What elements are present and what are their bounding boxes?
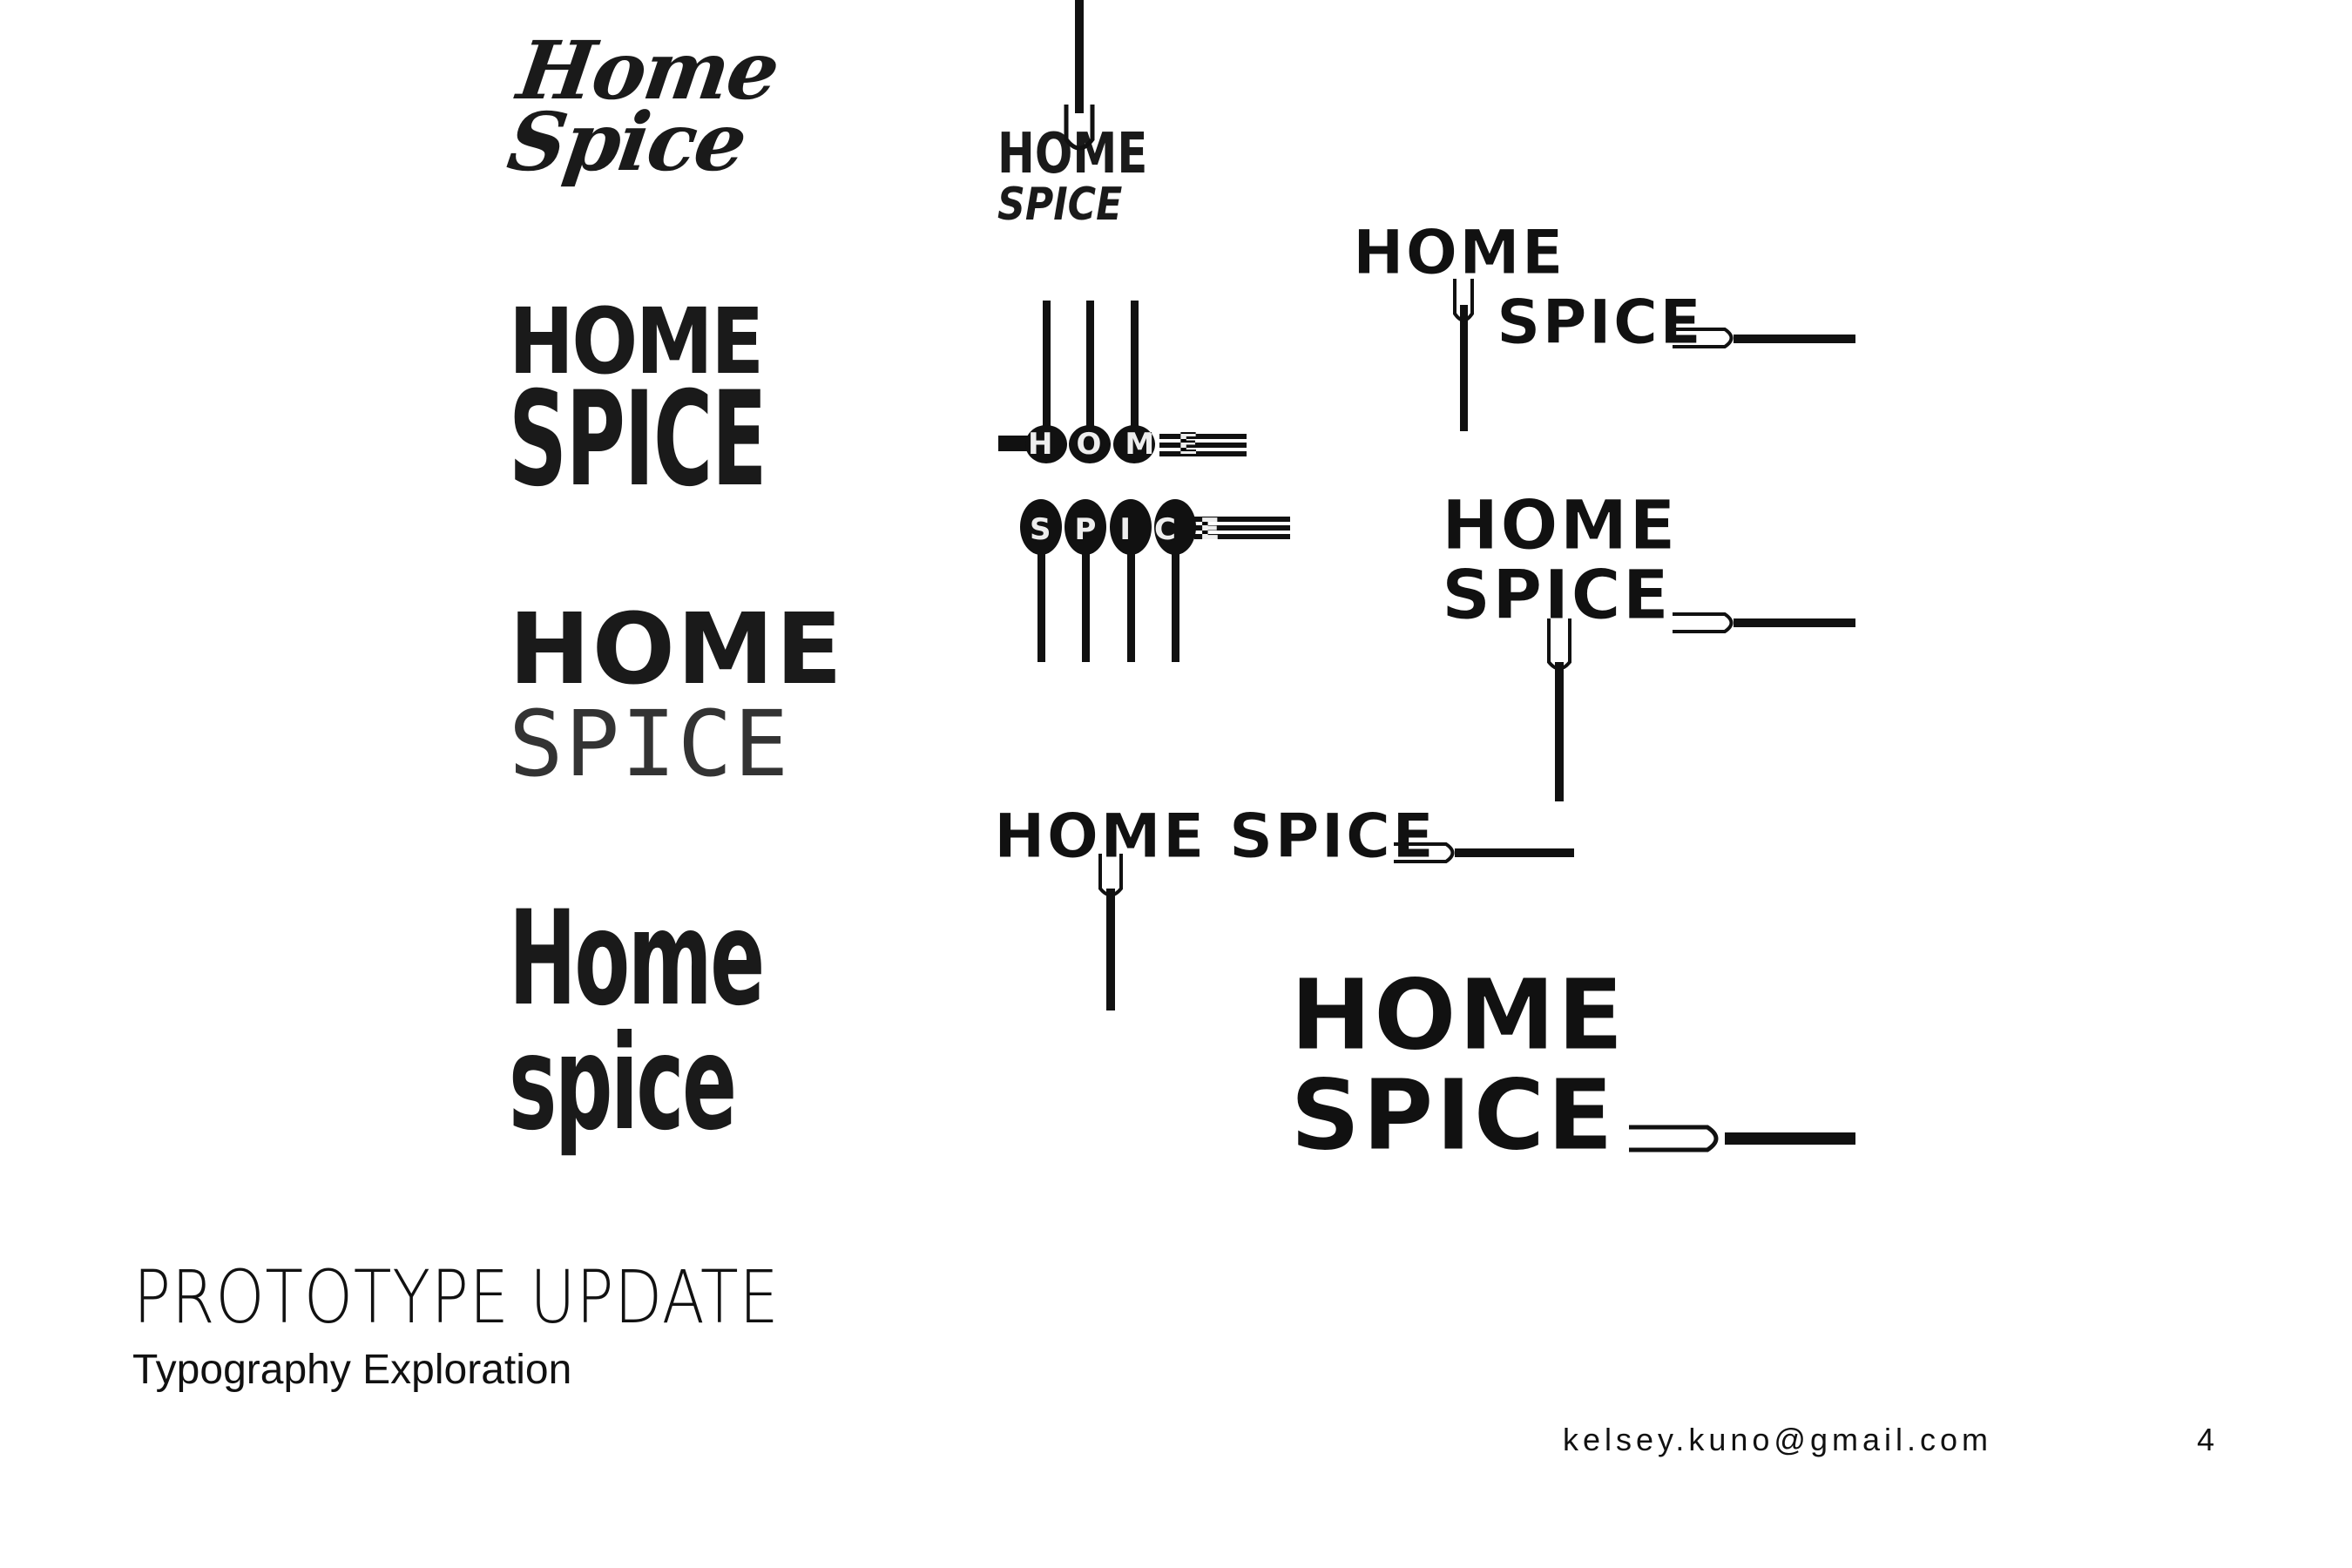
page-number: 4 [2197, 1422, 2215, 1457]
logo-text: SPICE [1030, 512, 1244, 547]
logo-text: Home [509, 883, 765, 1035]
fork-icon [1547, 612, 1855, 801]
logo-text: HOME [1442, 487, 1678, 565]
logo-text: spice [509, 1007, 737, 1159]
contact-email: kelsey.kuno@gmail.com [1563, 1422, 1993, 1457]
logo-text: SPICE [1289, 1059, 1616, 1173]
logo-text: SPICE [997, 179, 1123, 231]
logo-text: SPICE [509, 691, 791, 797]
logo-text: HOME [509, 593, 844, 706]
logo-condensed: Home spice [509, 883, 919, 1159]
fork-icon [1064, 0, 1095, 151]
slide-title: PROTOTYPE UPDATE [133, 1254, 780, 1340]
logo-text: HOME [1290, 959, 1625, 1072]
logo-dotted: HOME SPICE [509, 601, 844, 789]
spoons-icon [998, 301, 1290, 662]
slide-subtitle: Typography Exploration [132, 1347, 572, 1393]
fork-icon [1453, 279, 1855, 431]
fork-icon [1629, 1125, 1855, 1152]
logo-bold-block: HOME SPICE [509, 296, 923, 505]
logo-text: SPICE [509, 364, 767, 516]
logo-text: HOME [1028, 427, 1222, 462]
logo-text: Spice [502, 95, 752, 189]
logo-script: Home Spice [502, 24, 784, 189]
